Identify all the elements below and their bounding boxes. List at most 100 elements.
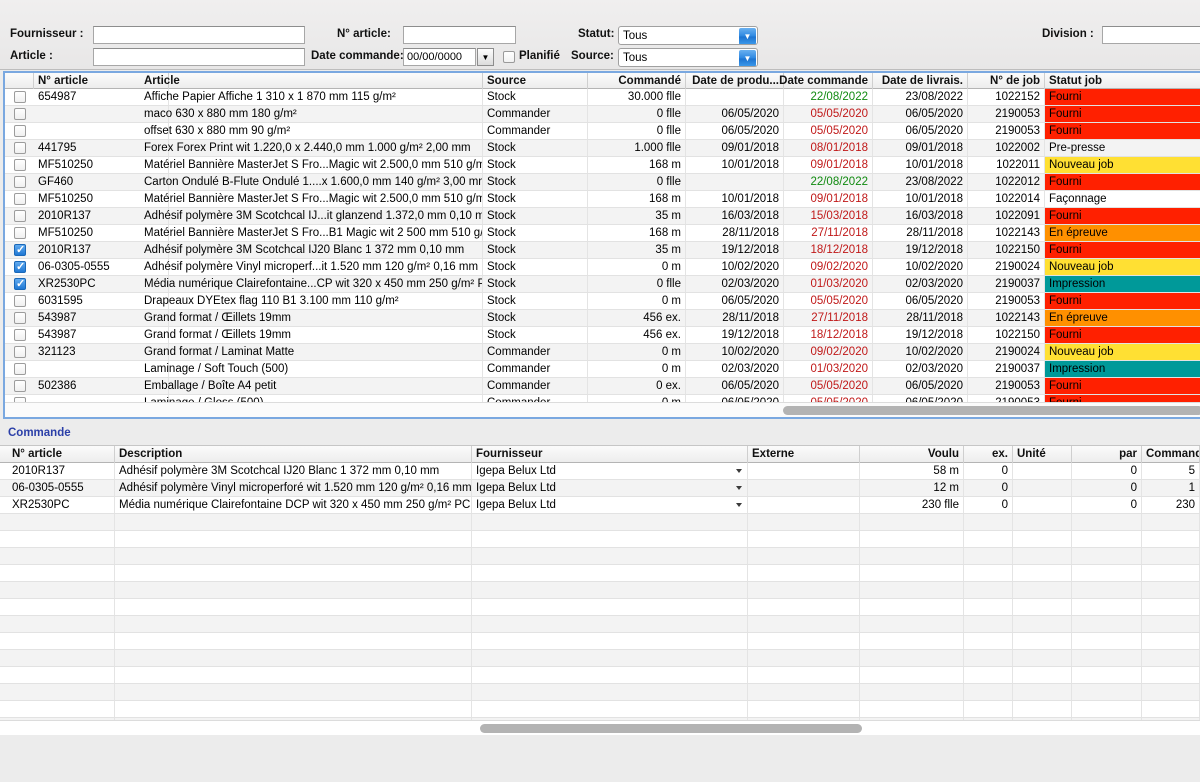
table-row[interactable]: 441795 Forex Forex Print wit 1.220,0 x 2.… xyxy=(5,140,1200,157)
table-row[interactable]: 502386 Emballage / Boîte A4 petit Commande… xyxy=(5,378,1200,395)
commande-empty-row[interactable] xyxy=(0,582,1200,599)
commande-column-header-par[interactable]: par xyxy=(1072,446,1142,463)
commande-row[interactable]: 2010R137 Adhésif polymère 3M Scotchcal IJ… xyxy=(0,463,1200,480)
articles-grid-body[interactable]: 654987 Affiche Papier Affiche 1 310 x 1 8… xyxy=(5,89,1200,412)
commande-empty-row[interactable] xyxy=(0,599,1200,616)
row-checkbox[interactable] xyxy=(14,346,26,358)
row-checkbox[interactable] xyxy=(14,125,26,137)
table-row[interactable]: MF510250 Matériel Bannière MasterJet S Fr… xyxy=(5,191,1200,208)
commande-column-header-ex[interactable]: ex. xyxy=(964,446,1013,463)
num-article-input[interactable] xyxy=(403,26,516,44)
triangle-down-icon[interactable] xyxy=(736,486,742,490)
row-checkbox[interactable] xyxy=(14,380,26,392)
commande-column-header-fournisseur[interactable]: Fournisseur xyxy=(472,446,748,463)
column-header-statut[interactable]: Statut job xyxy=(1045,73,1200,89)
articles-grid-panel[interactable]: N° article Article Source Commandé Date de p… xyxy=(3,71,1200,419)
row-checkbox[interactable] xyxy=(14,329,26,341)
commande-empty-row[interactable] xyxy=(0,701,1200,718)
row-checkbox[interactable] xyxy=(14,295,26,307)
commande-grid-body[interactable]: 2010R137 Adhésif polymère 3M Scotchcal IJ… xyxy=(0,463,1200,735)
row-checkbox[interactable] xyxy=(14,227,26,239)
column-header-commande[interactable]: Commandé xyxy=(588,73,686,89)
commande-hscrollbar[interactable] xyxy=(0,720,1200,735)
commande-grid-header[interactable]: N° article Description Fournisseur Externe V… xyxy=(0,446,1200,463)
commande-empty-row[interactable] xyxy=(0,616,1200,633)
commande-empty-row[interactable] xyxy=(0,531,1200,548)
commande-grid-panel[interactable]: N° article Description Fournisseur Externe V… xyxy=(0,445,1200,735)
table-row[interactable]: 2010R137Adhésif polymère 3M Scotchcal IJ… xyxy=(5,208,1200,225)
statut-select[interactable]: Tous ▼ xyxy=(618,26,758,45)
commande-column-header-unite[interactable]: Unité xyxy=(1013,446,1072,463)
column-header-date_liv[interactable]: Date de livrais. xyxy=(869,73,968,89)
commande-empty-row[interactable] xyxy=(0,514,1200,531)
commande-column-header-desc[interactable]: Description xyxy=(115,446,472,463)
table-row[interactable]: MF510250 Matériel Bannière MasterJet S Fr… xyxy=(5,225,1200,242)
commande-column-header-commande[interactable]: Commandé xyxy=(1142,446,1200,463)
table-row[interactable]: MF510250 Matériel Bannière MasterJet S Fr… xyxy=(5,157,1200,174)
commande-cell-num xyxy=(8,582,115,598)
commande-cell-ex xyxy=(964,650,1013,666)
column-header-source[interactable]: Source xyxy=(483,73,588,89)
table-row[interactable]: XR2530PCMédia numérique Clairefontaine..… xyxy=(5,276,1200,293)
table-row[interactable]: 543987 Grand format / Œillets 19mm Stock 45… xyxy=(5,327,1200,344)
column-header-date_cmd[interactable]: Date commande xyxy=(774,73,873,89)
row-checkbox[interactable] xyxy=(14,142,26,154)
commande-empty-row[interactable] xyxy=(0,667,1200,684)
date-stepper-button[interactable]: ▼ xyxy=(477,48,494,66)
articles-grid-header[interactable]: N° article Article Source Commandé Date de p… xyxy=(5,73,1200,89)
row-checkbox[interactable] xyxy=(14,312,26,324)
commande-cell-voulu xyxy=(860,650,964,666)
cell-job: 2190037 xyxy=(968,361,1045,377)
articles-hscrollbar[interactable] xyxy=(5,402,1200,417)
source-select[interactable]: Tous ▼ xyxy=(618,48,758,67)
commande-empty-row[interactable] xyxy=(0,548,1200,565)
table-row[interactable]: 543987 Grand format / Œillets 19mm Stock 45… xyxy=(5,310,1200,327)
row-checkbox[interactable] xyxy=(14,176,26,188)
article-input[interactable] xyxy=(93,48,305,66)
commande-row[interactable]: XR2530PC Média numérique Clairefontaine D… xyxy=(0,497,1200,514)
commande-cell-fournisseur xyxy=(472,531,748,547)
commande-empty-row[interactable] xyxy=(0,650,1200,667)
commande-empty-row[interactable] xyxy=(0,684,1200,701)
column-header-article[interactable]: Article xyxy=(140,73,483,89)
division-input[interactable] xyxy=(1102,26,1200,44)
commande-row[interactable]: 06-0305-0555 Adhésif polymère Vinyl micro… xyxy=(0,480,1200,497)
column-header-job[interactable]: N° de job xyxy=(968,73,1045,89)
column-header-date_prod[interactable]: Date de produ... xyxy=(686,73,784,89)
commande-cell-ex xyxy=(964,633,1013,649)
row-checkbox[interactable] xyxy=(14,91,26,103)
commande-cell-fournisseur xyxy=(472,701,748,717)
triangle-down-icon[interactable] xyxy=(736,469,742,473)
articles-hscrollbar-thumb[interactable] xyxy=(783,406,1200,415)
fournisseur-input[interactable] xyxy=(93,26,305,44)
planifie-checkbox[interactable] xyxy=(503,51,515,63)
commande-column-header-voulu[interactable]: Voulu xyxy=(860,446,964,463)
table-row[interactable]: 06-0305-0555Adhésif polymère Vinyl micro… xyxy=(5,259,1200,276)
commande-hscrollbar-thumb[interactable] xyxy=(480,724,862,733)
table-row[interactable]: 321123 Grand format / Laminat Matte Comman… xyxy=(5,344,1200,361)
table-row[interactable]: 654987 Affiche Papier Affiche 1 310 x 1 8… xyxy=(5,89,1200,106)
row-checkbox[interactable] xyxy=(14,260,26,274)
commande-empty-row[interactable] xyxy=(0,565,1200,582)
commande-column-header-externe[interactable]: Externe xyxy=(748,446,860,463)
row-checkbox[interactable] xyxy=(14,159,26,171)
row-checkbox[interactable] xyxy=(14,363,26,375)
row-checkbox[interactable] xyxy=(14,277,26,291)
commande-empty-row[interactable] xyxy=(0,633,1200,650)
status-badge: Impression xyxy=(1045,361,1200,377)
commande-cell-voulu xyxy=(860,531,964,547)
row-checkbox[interactable] xyxy=(14,108,26,120)
table-row[interactable]: maco 630 x 880 mm 180 g/m² Commander 0 fll… xyxy=(5,106,1200,123)
row-checkbox[interactable] xyxy=(14,193,26,205)
table-row[interactable]: 6031595 Drapeaux DYEtex flag 110 B1 3.100… xyxy=(5,293,1200,310)
table-row[interactable]: offset 630 x 880 mm 90 g/m² Commander 0 fl… xyxy=(5,123,1200,140)
table-row[interactable]: 2010R137Adhésif polymère 3M Scotchcal IJ… xyxy=(5,242,1200,259)
table-row[interactable]: GF460 Carton Ondulé B-Flute Ondulé 1....x… xyxy=(5,174,1200,191)
row-checkbox[interactable] xyxy=(14,210,26,222)
column-header-check[interactable] xyxy=(5,73,34,89)
triangle-down-icon[interactable] xyxy=(736,503,742,507)
date-commande-input[interactable] xyxy=(403,48,476,66)
row-checkbox[interactable] xyxy=(14,243,26,257)
table-row[interactable]: Laminage / Soft Touch (500) Commander 0 m0… xyxy=(5,361,1200,378)
commande-column-header-num[interactable]: N° article xyxy=(8,446,115,463)
